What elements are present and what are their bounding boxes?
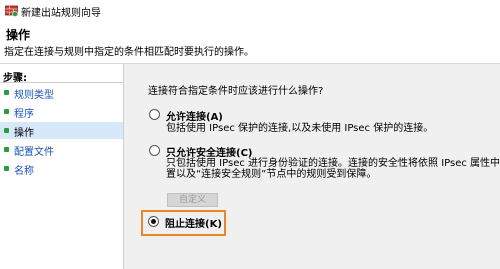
customize-button[interactable]: 自定义 [167,193,218,207]
block-connection-label[interactable]: 阻止连接(K) [165,215,222,230]
sidebar-item-label: 操作 [14,128,34,139]
sidebar-item-action[interactable]: 操作 [0,122,123,139]
bullet-icon [4,90,9,95]
allow-secure-label[interactable]: 只允许安全连接(C) [166,144,252,159]
action-question: 连接符合指定条件时应该进行什么操作? [148,86,324,97]
allow-connection-description: 包括使用 IPsec 保护的连接,以及未使用 IPsec 保护的连接。 [166,123,434,134]
title-bar: 新建出站规则向导 [0,0,500,22]
page-title: 操作 [6,28,31,42]
sidebar-item-rule-type[interactable]: 规则类型 [0,84,123,101]
allow-secure-radio[interactable] [149,145,160,156]
sidebar-item-label: 规则类型 [14,90,54,101]
sidebar-item-label: 程序 [14,109,34,120]
window-title: 新建出站规则向导 [21,8,101,19]
wizard-header: 操作 指定在连接与规则中指定的条件相匹配时要执行的操作。 [0,22,500,64]
sidebar-item-label: 名称 [14,166,34,177]
block-connection-radio[interactable] [148,216,159,227]
allow-secure-description-line-1: 只包括使用 IPsec 进行身份验证的连接。连接的安全性将依照 IPsec 属性… [166,158,500,169]
sidebar-item-label: 配置文件 [14,147,54,158]
bullet-icon [4,147,9,152]
steps-divider [0,82,124,83]
allow-secure-description-line-2: 置以及“连接安全规则”节点中的规则受到保障。 [166,169,377,180]
page-description: 指定在连接与规则中指定的条件相匹配时要执行的操作。 [4,47,254,58]
firewall-rule-icon [5,5,18,17]
bullet-icon [4,128,9,133]
sidebar-item-program[interactable]: 程序 [0,103,123,120]
bullet-icon [4,109,9,114]
sidebar-item-profile[interactable]: 配置文件 [0,141,123,158]
sidebar-item-name[interactable]: 名称 [0,160,123,177]
bullet-icon [4,166,9,171]
main-content: 连接符合指定条件时应该进行什么操作? 允许连接(A) 包括使用 IPsec 保护… [124,64,500,269]
allow-connection-label[interactable]: 允许连接(A) [166,108,223,123]
steps-sidebar: 步骤: 规则类型 程序 操作 配置文件 名称 [0,64,124,269]
allow-connection-radio[interactable] [149,109,160,120]
